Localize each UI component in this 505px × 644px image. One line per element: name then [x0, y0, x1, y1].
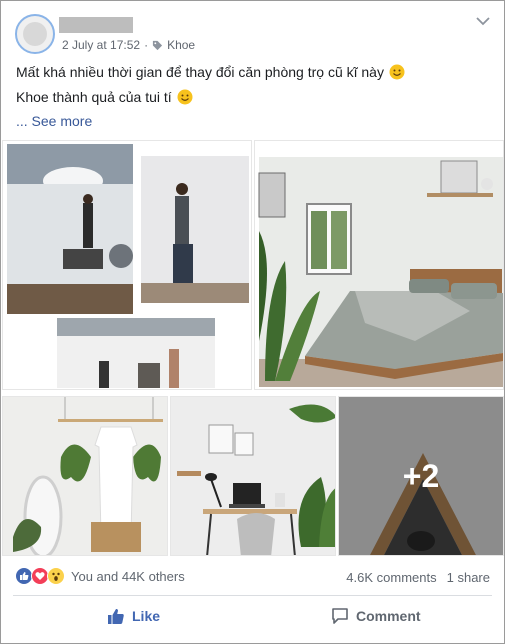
post-card: 2 July at 17:52 · Khoe Mất khá nhiều thờ… — [0, 0, 505, 644]
divider — [13, 595, 492, 596]
photo-more[interactable]: +2 — [338, 396, 504, 556]
photo-painting-image — [3, 141, 251, 389]
meta-separator: · — [144, 38, 149, 52]
smiley-emoji-icon — [177, 89, 193, 105]
reaction-summary[interactable]: You and 44K others — [15, 567, 185, 585]
comment-icon — [332, 608, 348, 624]
engagement-counts: 4.6K comments 1 share — [346, 570, 490, 585]
reaction-count-text[interactable]: You and 44K others — [71, 569, 185, 584]
more-photos-overlay[interactable]: +2 — [339, 397, 503, 555]
photo-clothes-rack-image — [3, 397, 167, 555]
post-tag[interactable]: Khoe — [167, 38, 195, 52]
like-button[interactable]: Like — [107, 607, 160, 625]
post-text-line-1: Mất khá nhiều thời gian để thay đổi căn … — [16, 64, 405, 80]
photo-bedroom[interactable] — [254, 140, 504, 390]
thumbs-up-icon — [108, 608, 124, 624]
photo-collage-painting[interactable] — [2, 140, 252, 390]
photo-clothes-rack[interactable] — [2, 396, 168, 556]
smiley-emoji-icon — [389, 64, 405, 80]
post-date[interactable]: 2 July at 17:52 — [62, 38, 140, 52]
photo-bedroom-image — [255, 141, 503, 389]
shares-count[interactable]: 1 share — [447, 570, 490, 585]
chevron-down-icon[interactable] — [476, 16, 490, 26]
author-avatar[interactable] — [15, 14, 55, 54]
post-meta: 2 July at 17:52 · Khoe — [62, 38, 195, 52]
comment-label: Comment — [356, 608, 421, 624]
like-label: Like — [132, 608, 161, 624]
see-more-link[interactable]: ... See more — [16, 113, 92, 129]
comment-button[interactable]: Comment — [331, 607, 421, 625]
photo-desk[interactable] — [170, 396, 336, 556]
wow-icon — [47, 567, 65, 585]
photo-desk-image — [171, 397, 335, 555]
author-name-redacted[interactable] — [59, 17, 133, 33]
photo-grid: +2 — [2, 140, 504, 558]
post-text-line-2: Khoe thành quả của tui tí — [16, 89, 193, 105]
comments-count[interactable]: 4.6K comments — [346, 570, 436, 585]
tag-icon — [152, 40, 163, 50]
